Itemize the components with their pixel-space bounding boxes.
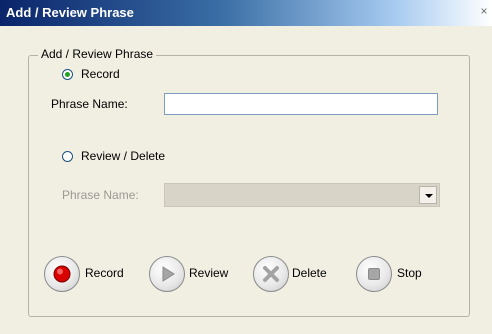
delete-icon: [263, 266, 279, 282]
review-button[interactable]: [149, 256, 185, 292]
group-legend: Add / Review Phrase: [38, 47, 157, 61]
record-button-label[interactable]: Record: [85, 266, 124, 280]
record-radio-label: Record: [81, 67, 120, 81]
chevron-down-icon[interactable]: [419, 186, 437, 204]
record-button[interactable]: [44, 256, 80, 292]
review-delete-radio-label: Review / Delete: [81, 149, 166, 163]
review-delete-radio[interactable]: [62, 151, 73, 162]
review-phrase-name-label: Phrase Name:: [62, 188, 139, 202]
delete-button[interactable]: [253, 256, 289, 292]
delete-button-label[interactable]: Delete: [292, 266, 327, 280]
record-icon: [53, 265, 71, 283]
dialog-window: Add / Review Phrase × Add / Review Phras…: [0, 0, 492, 334]
window-title: Add / Review Phrase: [6, 5, 134, 20]
review-phrase-select[interactable]: [164, 183, 440, 207]
review-button-label[interactable]: Review: [189, 266, 228, 280]
stop-icon: [368, 268, 380, 280]
stop-button-label[interactable]: Stop: [397, 266, 422, 280]
phrase-name-label: Phrase Name:: [51, 97, 128, 111]
record-radio[interactable]: [62, 69, 73, 80]
phrase-name-input[interactable]: [164, 93, 438, 115]
stop-button[interactable]: [356, 256, 392, 292]
close-icon[interactable]: ×: [478, 5, 490, 17]
play-icon: [162, 266, 175, 282]
title-bar[interactable]: Add / Review Phrase ×: [0, 0, 492, 26]
radio-selected-dot: [65, 72, 70, 77]
